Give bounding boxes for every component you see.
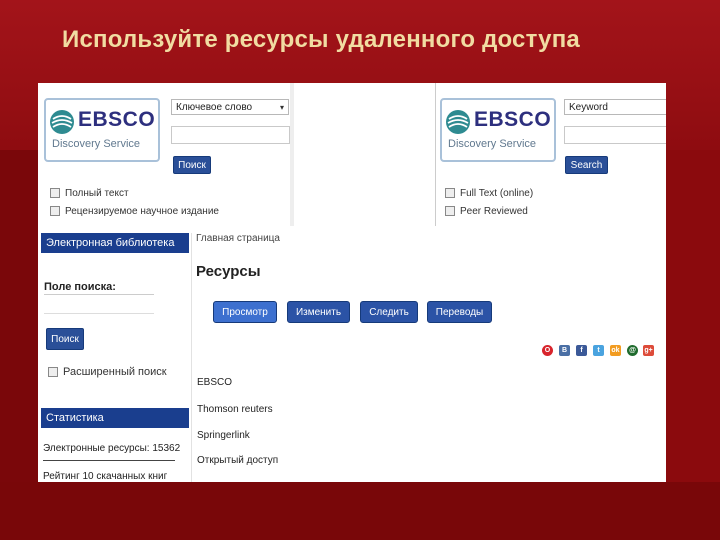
logo-subtitle: Discovery Service xyxy=(52,138,141,150)
advanced-search-checkbox[interactable]: Расширенный поиск xyxy=(48,366,167,379)
search-input-en[interactable] xyxy=(564,126,666,144)
resource-link-ebsco[interactable]: EBSCO xyxy=(197,377,232,388)
stats-rating-link[interactable]: Рейтинг 10 скачанных книг xyxy=(43,471,167,482)
facebook-icon[interactable]: f xyxy=(576,345,587,356)
checkbox-label: Полный текст xyxy=(65,188,129,199)
globe-icon xyxy=(446,110,470,134)
logo-brand: EBSCO xyxy=(78,108,156,131)
checkbox-box[interactable] xyxy=(445,188,455,199)
ebsco-search-panel-en: EBSCO Discovery Service Keyword Search F… xyxy=(435,83,666,226)
search-type-value: Ключевое слово xyxy=(176,102,253,113)
mailru-icon[interactable]: @ xyxy=(627,345,638,356)
resource-link-springerlink[interactable]: Springerlink xyxy=(197,430,250,441)
checkbox-label: Full Text (online) xyxy=(460,188,534,199)
library-search-button[interactable]: Поиск xyxy=(46,328,84,350)
checkbox-label: Рецензируемое научное издание xyxy=(65,206,219,217)
breadcrumb[interactable]: Главная страница xyxy=(196,233,280,244)
googleplus-icon[interactable]: g+ xyxy=(643,345,654,356)
search-type-select-en[interactable]: Keyword xyxy=(564,99,666,115)
sidebar-divider xyxy=(191,233,192,482)
tab-edit[interactable]: Изменить xyxy=(287,301,350,323)
stats-header: Статистика xyxy=(41,408,189,428)
search-input-ru[interactable] xyxy=(171,126,290,144)
checkbox-peer-reviewed-ru[interactable]: Рецензируемое научное издание xyxy=(50,205,219,218)
ebsco-logo-en[interactable]: EBSCO Discovery Service xyxy=(440,98,556,162)
ebsco-logo-ru[interactable]: EBSCO Discovery Service xyxy=(44,98,160,162)
checkbox-peer-reviewed-en[interactable]: Peer Reviewed xyxy=(445,205,528,218)
tab-view[interactable]: Просмотр xyxy=(213,301,277,323)
slide-background-bottom xyxy=(0,482,720,540)
stats-resources-count: Электронные ресурсы: 15362 xyxy=(43,443,181,454)
page-heading: Ресурсы xyxy=(196,263,261,280)
resource-link-open-access[interactable]: Открытый доступ xyxy=(197,455,278,466)
search-button-ru[interactable]: Поиск xyxy=(173,156,211,174)
checkbox-box[interactable] xyxy=(50,206,60,217)
globe-icon xyxy=(50,110,74,134)
twitter-icon[interactable]: t xyxy=(593,345,604,356)
tab-translations[interactable]: Переводы xyxy=(427,301,492,323)
advanced-search-label: Расширенный поиск xyxy=(63,366,167,378)
screenshot-area: EBSCO Discovery Service Ключевое слово ▾… xyxy=(38,83,666,482)
checkbox-label: Peer Reviewed xyxy=(460,206,528,217)
slide-title: Используйте ресурсы удаленного доступа xyxy=(62,26,580,53)
checkbox-box[interactable] xyxy=(445,206,455,217)
odnoklassniki-icon[interactable]: ok xyxy=(610,345,621,356)
checkbox-fulltext-ru[interactable]: Полный текст xyxy=(50,187,129,200)
vkontakte-icon[interactable]: B xyxy=(559,345,570,356)
search-button-en[interactable]: Search xyxy=(565,156,608,174)
stats-divider xyxy=(43,460,175,461)
ebsco-search-panel-ru: EBSCO Discovery Service Ключевое слово ▾… xyxy=(38,83,290,226)
checkbox-fulltext-en[interactable]: Full Text (online) xyxy=(445,187,533,200)
chevron-down-icon: ▾ xyxy=(279,103,284,112)
logo-subtitle: Discovery Service xyxy=(448,138,537,150)
checkbox-box[interactable] xyxy=(48,367,58,378)
panel-divider xyxy=(290,83,294,226)
logo-brand: EBSCO xyxy=(474,108,552,131)
tab-track[interactable]: Следить xyxy=(360,301,418,323)
search-type-value: Keyword xyxy=(569,102,608,113)
checkbox-box[interactable] xyxy=(50,188,60,199)
search-type-select-ru[interactable]: Ключевое слово ▾ xyxy=(171,99,289,115)
library-header: Электронная библиотека xyxy=(41,233,189,253)
resource-link-thomson-reuters[interactable]: Thomson reuters xyxy=(197,404,273,415)
library-search-label: Поле поиска: xyxy=(44,281,116,293)
opera-icon[interactable]: O xyxy=(542,345,553,356)
library-search-input[interactable] xyxy=(44,294,154,314)
